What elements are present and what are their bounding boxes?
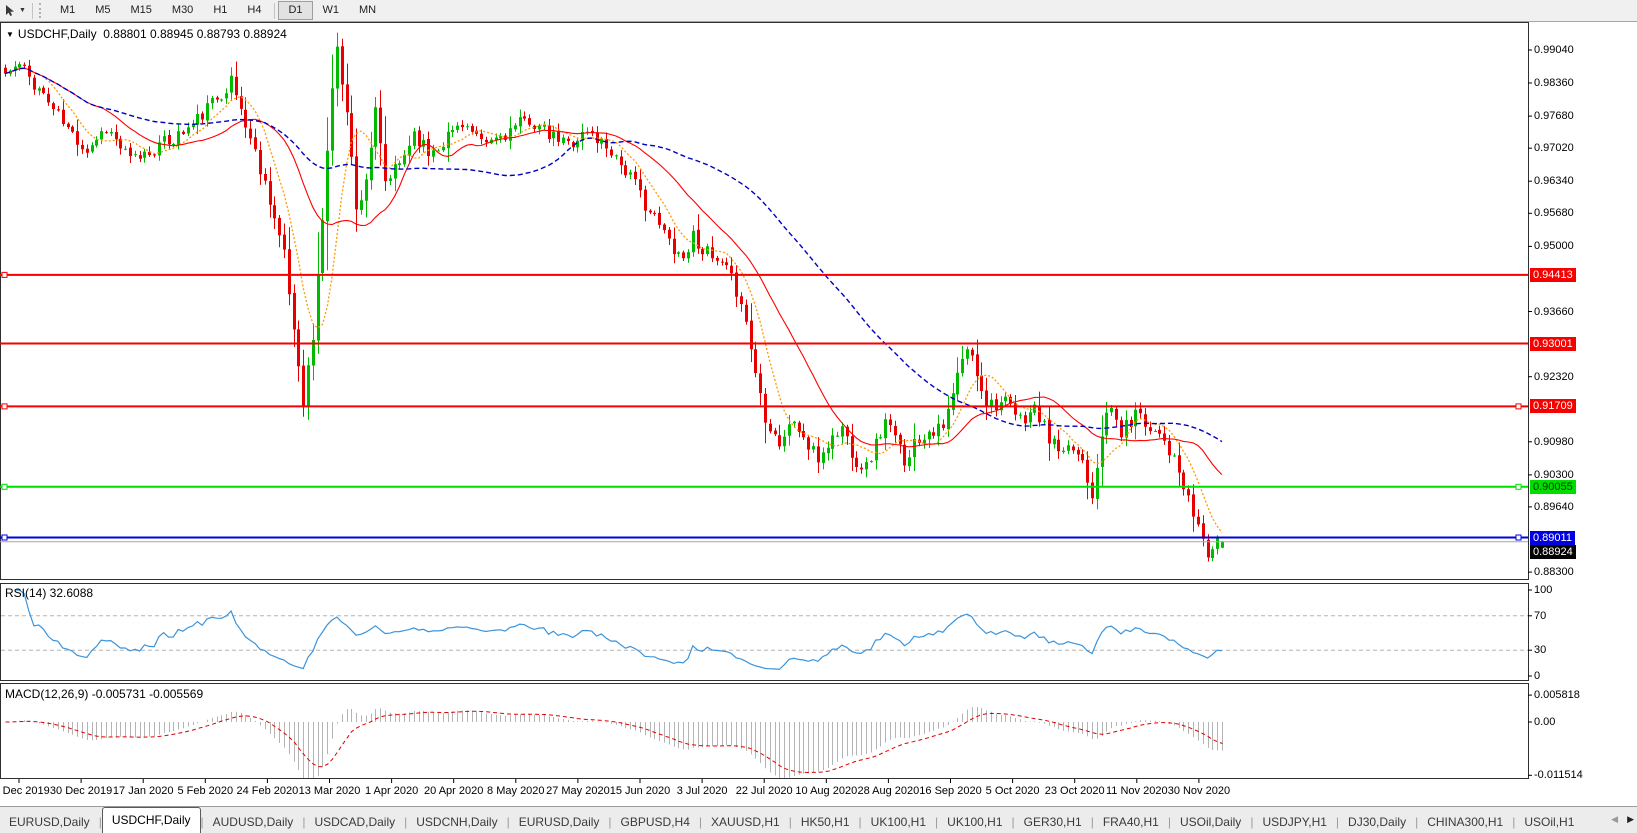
x-axis-label: 5 Oct 2020 — [986, 785, 1040, 797]
tab-china300-h1[interactable]: CHINA300,H1 — [1418, 810, 1512, 833]
tab-audusd-daily[interactable]: AUDUSD,Daily — [204, 810, 303, 833]
timeframe-buttons: M1M5M15M30H1H4 D1W1MN — [50, 1, 386, 20]
x-axis-label: 1 Apr 2020 — [365, 785, 418, 797]
price-level-label: 0.93001 — [1530, 337, 1576, 351]
price-level-label: 0.90055 — [1530, 480, 1576, 494]
x-axis-label: 16 Sep 2020 — [919, 785, 981, 797]
rsi-axis-label: 0 — [1534, 669, 1540, 683]
x-axis-label: 17 Jan 2020 — [113, 785, 174, 797]
x-axis-label: 10 Aug 2020 — [795, 785, 857, 797]
timeframe-button-m5[interactable]: M5 — [85, 1, 120, 20]
tab-hk50-h1[interactable]: HK50,H1 — [792, 810, 859, 833]
y-axis-label: 0.95680 — [1534, 206, 1574, 220]
pointer-arrow-icon — [4, 4, 17, 17]
timeframe-button-h4[interactable]: H4 — [237, 1, 271, 20]
rsi-axis-label: 100 — [1534, 583, 1552, 597]
tab-xauusd-h1[interactable]: XAUUSD,H1 — [702, 810, 789, 833]
timeframe-button-m15[interactable]: M15 — [121, 1, 162, 20]
tab-usdcnh-daily[interactable]: USDCNH,Daily — [407, 810, 506, 833]
timeframe-button-mn[interactable]: MN — [349, 1, 386, 20]
x-axis-label: 11 Nov 2020 — [1106, 785, 1168, 797]
x-axis-label: 5 Feb 2020 — [177, 785, 233, 797]
x-axis-label: 8 May 2020 — [487, 785, 544, 797]
timeframe-button-w1[interactable]: W1 — [313, 1, 350, 20]
y-axis-label: 0.99040 — [1534, 43, 1574, 57]
rsi-panel[interactable] — [0, 583, 1529, 681]
y-axis-label: 0.97680 — [1534, 109, 1574, 123]
main-chart-panel[interactable] — [0, 22, 1529, 580]
x-axis-label: 30 Nov 2020 — [1168, 785, 1230, 797]
x-axis-label: 20 Apr 2020 — [424, 785, 483, 797]
macd-panel[interactable] — [0, 683, 1529, 779]
y-axis-label: 0.90300 — [1534, 468, 1574, 482]
rsi-axis-label: 30 — [1534, 643, 1546, 657]
y-axis-label: 0.90980 — [1534, 435, 1574, 449]
bid-price-label: 0.88924 — [1530, 545, 1576, 559]
tab-eurusd-daily[interactable]: EURUSD,Daily — [510, 810, 609, 833]
tab-scroll-arrows: ◀ ▶ — [1605, 814, 1634, 825]
x-axis-label: 30 Dec 2019 — [50, 785, 112, 797]
macd-axis-label: 0.005818 — [1534, 688, 1580, 702]
y-axis-label: 0.92320 — [1534, 370, 1574, 384]
tab-ger30-h1[interactable]: GER30,H1 — [1015, 810, 1091, 833]
macd-axis-label: 0.00 — [1534, 715, 1555, 729]
chart-tab-bar: EURUSD,Daily|USDCHF,Daily|AUDUSD,Daily|U… — [0, 806, 1637, 833]
toolbar-separator — [274, 3, 275, 19]
macd-axis-label: -0.011514 — [1534, 768, 1583, 782]
x-axis-label: 15 Jun 2020 — [610, 785, 671, 797]
x-axis-label: 13 Mar 2020 — [299, 785, 361, 797]
timeframe-button-m1[interactable]: M1 — [50, 1, 85, 20]
x-axis-label: 11 Dec 2019 — [0, 785, 50, 797]
tab-usoil-h1[interactable]: USOil,H1 — [1515, 810, 1583, 833]
toolbar-separator — [32, 3, 33, 19]
toolbar-grip[interactable] — [39, 3, 45, 18]
tab-usdcad-daily[interactable]: USDCAD,Daily — [305, 810, 404, 833]
timeframe-toolbar: ▼ M1M5M15M30H1H4 D1W1MN — [0, 0, 1637, 22]
tab-usoil-daily[interactable]: USOil,Daily — [1171, 810, 1250, 833]
tab-fra40-h1[interactable]: FRA40,H1 — [1094, 810, 1168, 833]
tab-dj30-daily[interactable]: DJ30,Daily — [1339, 810, 1415, 833]
price-level-label: 0.91709 — [1530, 399, 1576, 413]
y-axis-label: 0.97020 — [1534, 141, 1574, 155]
tab-uk100-h1[interactable]: UK100,H1 — [862, 810, 935, 833]
price-level-label: 0.89011 — [1530, 531, 1575, 545]
tab-usdchf-daily[interactable]: USDCHF,Daily — [102, 807, 201, 833]
x-axis-label: 27 May 2020 — [546, 785, 610, 797]
x-axis-label: 22 Jul 2020 — [736, 785, 793, 797]
tab-scroll-right[interactable]: ▶ — [1627, 814, 1634, 825]
rsi-axis-label: 70 — [1534, 609, 1546, 623]
timeframe-button-h1[interactable]: H1 — [203, 1, 237, 20]
tab-eurusd-daily[interactable]: EURUSD,Daily — [0, 810, 99, 833]
x-axis-label: 28 Aug 2020 — [857, 785, 919, 797]
timeframe-button-d1[interactable]: D1 — [278, 1, 312, 20]
tab-scroll-left[interactable]: ◀ — [1611, 814, 1618, 825]
y-axis-label: 0.96340 — [1534, 174, 1574, 188]
tab-uk100-h1[interactable]: UK100,H1 — [938, 810, 1011, 833]
y-axis-label: 0.89640 — [1534, 500, 1574, 514]
tab-usdjpy-h1[interactable]: USDJPY,H1 — [1253, 810, 1335, 833]
x-axis-label: 3 Jul 2020 — [677, 785, 728, 797]
y-axis-label: 0.88300 — [1534, 565, 1574, 579]
dropdown-caret-icon: ▼ — [19, 7, 26, 14]
mt4-window: ▼ M1M5M15M30H1H4 D1W1MN ▼ USDCHF,Daily 0.8… — [0, 0, 1637, 833]
y-axis-label: 0.98360 — [1534, 76, 1574, 90]
timeframe-button-m30[interactable]: M30 — [162, 1, 203, 20]
tab-gbpusd-h4[interactable]: GBPUSD,H4 — [612, 810, 699, 833]
y-axis-label: 0.93660 — [1534, 305, 1574, 319]
x-axis-label: 23 Oct 2020 — [1045, 785, 1105, 797]
cursor-tool-icon[interactable]: ▼ — [1, 2, 29, 19]
x-axis-label: 24 Feb 2020 — [237, 785, 299, 797]
price-level-label: 0.94413 — [1530, 268, 1576, 282]
y-axis-label: 0.95000 — [1534, 239, 1574, 253]
